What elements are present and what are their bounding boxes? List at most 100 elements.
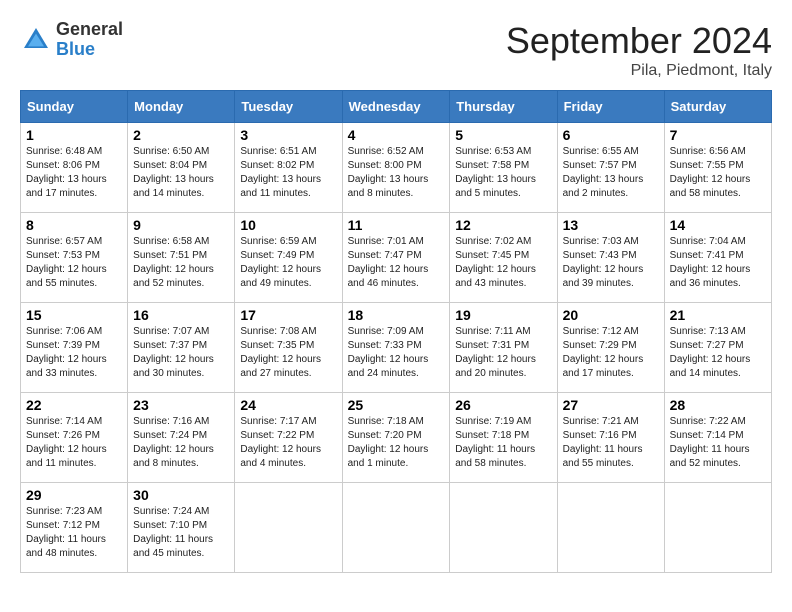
table-row: 13 Sunrise: 7:03 AM Sunset: 7:43 PM Dayli… <box>557 213 664 303</box>
day-info: Sunrise: 7:06 AM Sunset: 7:39 PM Dayligh… <box>26 325 122 381</box>
day-info: Sunrise: 7:03 AM Sunset: 7:43 PM Dayligh… <box>563 235 659 291</box>
day-info: Sunrise: 7:01 AM Sunset: 7:47 PM Dayligh… <box>348 235 445 291</box>
day-number: 14 <box>670 217 766 233</box>
table-row <box>235 483 342 573</box>
calendar-header-row: Sunday Monday Tuesday Wednesday Thursday… <box>21 91 772 123</box>
day-number: 11 <box>348 217 445 233</box>
day-info: Sunrise: 7:11 AM Sunset: 7:31 PM Dayligh… <box>455 325 551 381</box>
week-row-3: 15 Sunrise: 7:06 AM Sunset: 7:39 PM Dayli… <box>21 303 772 393</box>
day-number: 28 <box>670 397 766 413</box>
day-number: 4 <box>348 127 445 143</box>
week-row-4: 22Sunrise: 7:14 AM Sunset: 7:26 PM Dayli… <box>21 393 772 483</box>
table-row: 14 Sunrise: 7:04 AM Sunset: 7:41 PM Dayli… <box>664 213 771 303</box>
day-info: Sunrise: 7:18 AM Sunset: 7:20 PM Dayligh… <box>348 415 445 471</box>
week-row-2: 8 Sunrise: 6:57 AM Sunset: 7:53 PM Daylig… <box>21 213 772 303</box>
day-info: Sunrise: 7:13 AM Sunset: 7:27 PM Dayligh… <box>670 325 766 381</box>
day-info: Sunrise: 7:02 AM Sunset: 7:45 PM Dayligh… <box>455 235 551 291</box>
col-sunday: Sunday <box>21 91 128 123</box>
day-number: 13 <box>563 217 659 233</box>
day-info: Sunrise: 6:57 AM Sunset: 7:53 PM Dayligh… <box>26 235 122 291</box>
table-row: 18 Sunrise: 7:09 AM Sunset: 7:33 PM Dayli… <box>342 303 450 393</box>
day-number: 10 <box>240 217 336 233</box>
day-info: Sunrise: 7:14 AM Sunset: 7:26 PM Dayligh… <box>26 415 122 471</box>
logo: General Blue <box>20 20 123 60</box>
day-number: 24 <box>240 397 336 413</box>
day-number: 20 <box>563 307 659 323</box>
day-info: Sunrise: 6:59 AM Sunset: 7:49 PM Dayligh… <box>240 235 336 291</box>
header: General Blue September 2024 Pila, Piedmo… <box>20 20 772 80</box>
day-number: 12 <box>455 217 551 233</box>
logo-blue-text: Blue <box>56 40 123 60</box>
day-number: 25 <box>348 397 445 413</box>
day-number: 18 <box>348 307 445 323</box>
col-saturday: Saturday <box>664 91 771 123</box>
day-number: 2 <box>133 127 229 143</box>
table-row <box>342 483 450 573</box>
day-info: Sunrise: 7:17 AM Sunset: 7:22 PM Dayligh… <box>240 415 336 471</box>
day-info: Sunrise: 6:51 AM Sunset: 8:02 PM Dayligh… <box>240 145 336 201</box>
day-info: Sunrise: 7:22 AM Sunset: 7:14 PM Dayligh… <box>670 415 766 471</box>
table-row: 8 Sunrise: 6:57 AM Sunset: 7:53 PM Daylig… <box>21 213 128 303</box>
day-number: 29 <box>26 487 122 503</box>
day-info: Sunrise: 7:08 AM Sunset: 7:35 PM Dayligh… <box>240 325 336 381</box>
table-row <box>557 483 664 573</box>
location: Pila, Piedmont, Italy <box>506 62 772 80</box>
table-row: 22Sunrise: 7:14 AM Sunset: 7:26 PM Dayli… <box>21 393 128 483</box>
day-number: 16 <box>133 307 229 323</box>
calendar: Sunday Monday Tuesday Wednesday Thursday… <box>20 90 772 573</box>
table-row: 26Sunrise: 7:19 AM Sunset: 7:18 PM Dayli… <box>450 393 557 483</box>
day-info: Sunrise: 6:55 AM Sunset: 7:57 PM Dayligh… <box>563 145 659 201</box>
table-row: 27Sunrise: 7:21 AM Sunset: 7:16 PM Dayli… <box>557 393 664 483</box>
logo-icon <box>20 24 52 56</box>
table-row: 3Sunrise: 6:51 AM Sunset: 8:02 PM Daylig… <box>235 123 342 213</box>
col-friday: Friday <box>557 91 664 123</box>
week-row-1: 1 Sunrise: 6:48 AM Sunset: 8:06 PM Daylig… <box>21 123 772 213</box>
table-row: 4 Sunrise: 6:52 AM Sunset: 8:00 PM Daylig… <box>342 123 450 213</box>
table-row: 28 Sunrise: 7:22 AM Sunset: 7:14 PM Dayli… <box>664 393 771 483</box>
day-number: 17 <box>240 307 336 323</box>
table-row: 1 Sunrise: 6:48 AM Sunset: 8:06 PM Daylig… <box>21 123 128 213</box>
day-info: Sunrise: 6:48 AM Sunset: 8:06 PM Dayligh… <box>26 145 122 201</box>
day-number: 30 <box>133 487 229 503</box>
day-number: 6 <box>563 127 659 143</box>
day-number: 15 <box>26 307 122 323</box>
day-number: 26 <box>455 397 551 413</box>
col-monday: Monday <box>128 91 235 123</box>
table-row: 19 Sunrise: 7:11 AM Sunset: 7:31 PM Dayli… <box>450 303 557 393</box>
table-row: 10 Sunrise: 6:59 AM Sunset: 7:49 PM Dayli… <box>235 213 342 303</box>
col-thursday: Thursday <box>450 91 557 123</box>
col-tuesday: Tuesday <box>235 91 342 123</box>
table-row: 21 Sunrise: 7:13 AM Sunset: 7:27 PM Dayli… <box>664 303 771 393</box>
table-row: 7Sunrise: 6:56 AM Sunset: 7:55 PM Daylig… <box>664 123 771 213</box>
day-number: 7 <box>670 127 766 143</box>
table-row: 20 Sunrise: 7:12 AM Sunset: 7:29 PM Dayli… <box>557 303 664 393</box>
table-row: 25 Sunrise: 7:18 AM Sunset: 7:20 PM Dayli… <box>342 393 450 483</box>
logo-text: General Blue <box>56 20 123 60</box>
table-row: 2Sunrise: 6:50 AM Sunset: 8:04 PM Daylig… <box>128 123 235 213</box>
day-number: 19 <box>455 307 551 323</box>
day-number: 27 <box>563 397 659 413</box>
day-number: 21 <box>670 307 766 323</box>
day-info: Sunrise: 6:58 AM Sunset: 7:51 PM Dayligh… <box>133 235 229 291</box>
day-info: Sunrise: 7:09 AM Sunset: 7:33 PM Dayligh… <box>348 325 445 381</box>
table-row: 30 Sunrise: 7:24 AM Sunset: 7:10 PM Dayli… <box>128 483 235 573</box>
logo-general-text: General <box>56 20 123 40</box>
day-info: Sunrise: 7:07 AM Sunset: 7:37 PM Dayligh… <box>133 325 229 381</box>
day-number: 8 <box>26 217 122 233</box>
table-row: 5Sunrise: 6:53 AM Sunset: 7:58 PM Daylig… <box>450 123 557 213</box>
day-info: Sunrise: 6:52 AM Sunset: 8:00 PM Dayligh… <box>348 145 445 201</box>
day-info: Sunrise: 6:53 AM Sunset: 7:58 PM Dayligh… <box>455 145 551 201</box>
table-row: 23Sunrise: 7:16 AM Sunset: 7:24 PM Dayli… <box>128 393 235 483</box>
day-number: 9 <box>133 217 229 233</box>
table-row: 9 Sunrise: 6:58 AM Sunset: 7:51 PM Daylig… <box>128 213 235 303</box>
table-row: 15 Sunrise: 7:06 AM Sunset: 7:39 PM Dayli… <box>21 303 128 393</box>
week-row-5: 29 Sunrise: 7:23 AM Sunset: 7:12 PM Dayli… <box>21 483 772 573</box>
table-row: 16 Sunrise: 7:07 AM Sunset: 7:37 PM Dayli… <box>128 303 235 393</box>
day-number: 23 <box>133 397 229 413</box>
month-title: September 2024 <box>506 20 772 62</box>
day-info: Sunrise: 7:23 AM Sunset: 7:12 PM Dayligh… <box>26 505 122 561</box>
day-number: 1 <box>26 127 122 143</box>
day-info: Sunrise: 7:12 AM Sunset: 7:29 PM Dayligh… <box>563 325 659 381</box>
day-info: Sunrise: 7:24 AM Sunset: 7:10 PM Dayligh… <box>133 505 229 561</box>
day-info: Sunrise: 7:04 AM Sunset: 7:41 PM Dayligh… <box>670 235 766 291</box>
